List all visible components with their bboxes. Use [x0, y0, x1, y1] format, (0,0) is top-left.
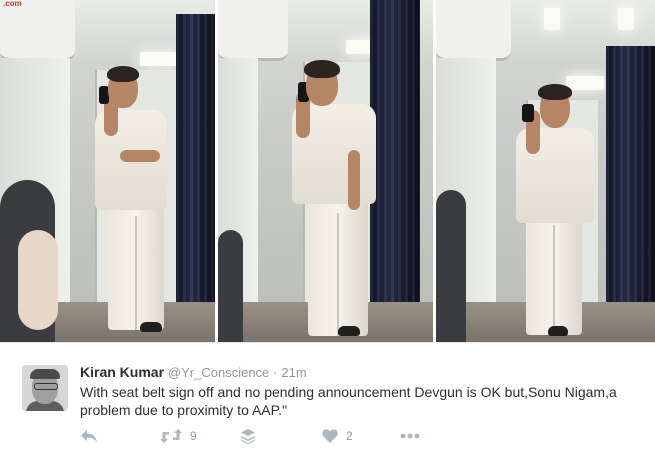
passenger-seat	[218, 230, 243, 342]
reply-icon	[80, 429, 98, 443]
more-button[interactable]	[400, 428, 420, 444]
heart-icon	[322, 429, 338, 443]
author-handle[interactable]: @Yr_Conscience	[168, 365, 269, 380]
stack-button[interactable]	[240, 428, 256, 444]
media-frame-3[interactable]	[436, 0, 655, 342]
stack-icon	[240, 428, 256, 444]
like-count: 2	[346, 429, 353, 443]
tweet-timestamp[interactable]: 21m	[281, 365, 306, 380]
retweet-button[interactable]: 9	[160, 428, 197, 444]
curtain	[606, 46, 655, 342]
retweet-icon	[160, 429, 182, 443]
overhead-bin	[218, 0, 288, 61]
media-frame-2[interactable]	[218, 0, 433, 342]
cabin-light	[544, 8, 560, 30]
like-button[interactable]: 2	[322, 428, 353, 444]
more-dots-icon	[400, 433, 420, 439]
tweet-header: Kiran Kumar @Yr_Conscience · 21m	[80, 364, 307, 381]
overhead-bin	[436, 0, 511, 61]
passenger-seat	[436, 190, 466, 342]
tweet-card[interactable]: Kiran Kumar @Yr_Conscience · 21m With se…	[0, 343, 655, 467]
watermark-logo: .com	[3, 0, 22, 8]
tweet-text: With seat belt sign off and no pending a…	[80, 384, 617, 418]
author-name[interactable]: Kiran Kumar	[80, 364, 164, 380]
avatar[interactable]	[22, 365, 68, 411]
overhead-bin	[0, 0, 75, 61]
header-separator: ·	[273, 365, 278, 380]
curtain	[370, 0, 420, 342]
curtain	[176, 14, 215, 342]
tweet-media[interactable]: .com	[0, 0, 655, 342]
cabin-light	[618, 8, 634, 30]
media-frame-1[interactable]: .com	[0, 0, 215, 342]
reply-button[interactable]	[80, 428, 98, 444]
cabin-light	[140, 52, 178, 66]
retweet-count: 9	[190, 429, 197, 443]
cabin-light	[566, 76, 604, 90]
passenger-arm	[18, 230, 58, 330]
